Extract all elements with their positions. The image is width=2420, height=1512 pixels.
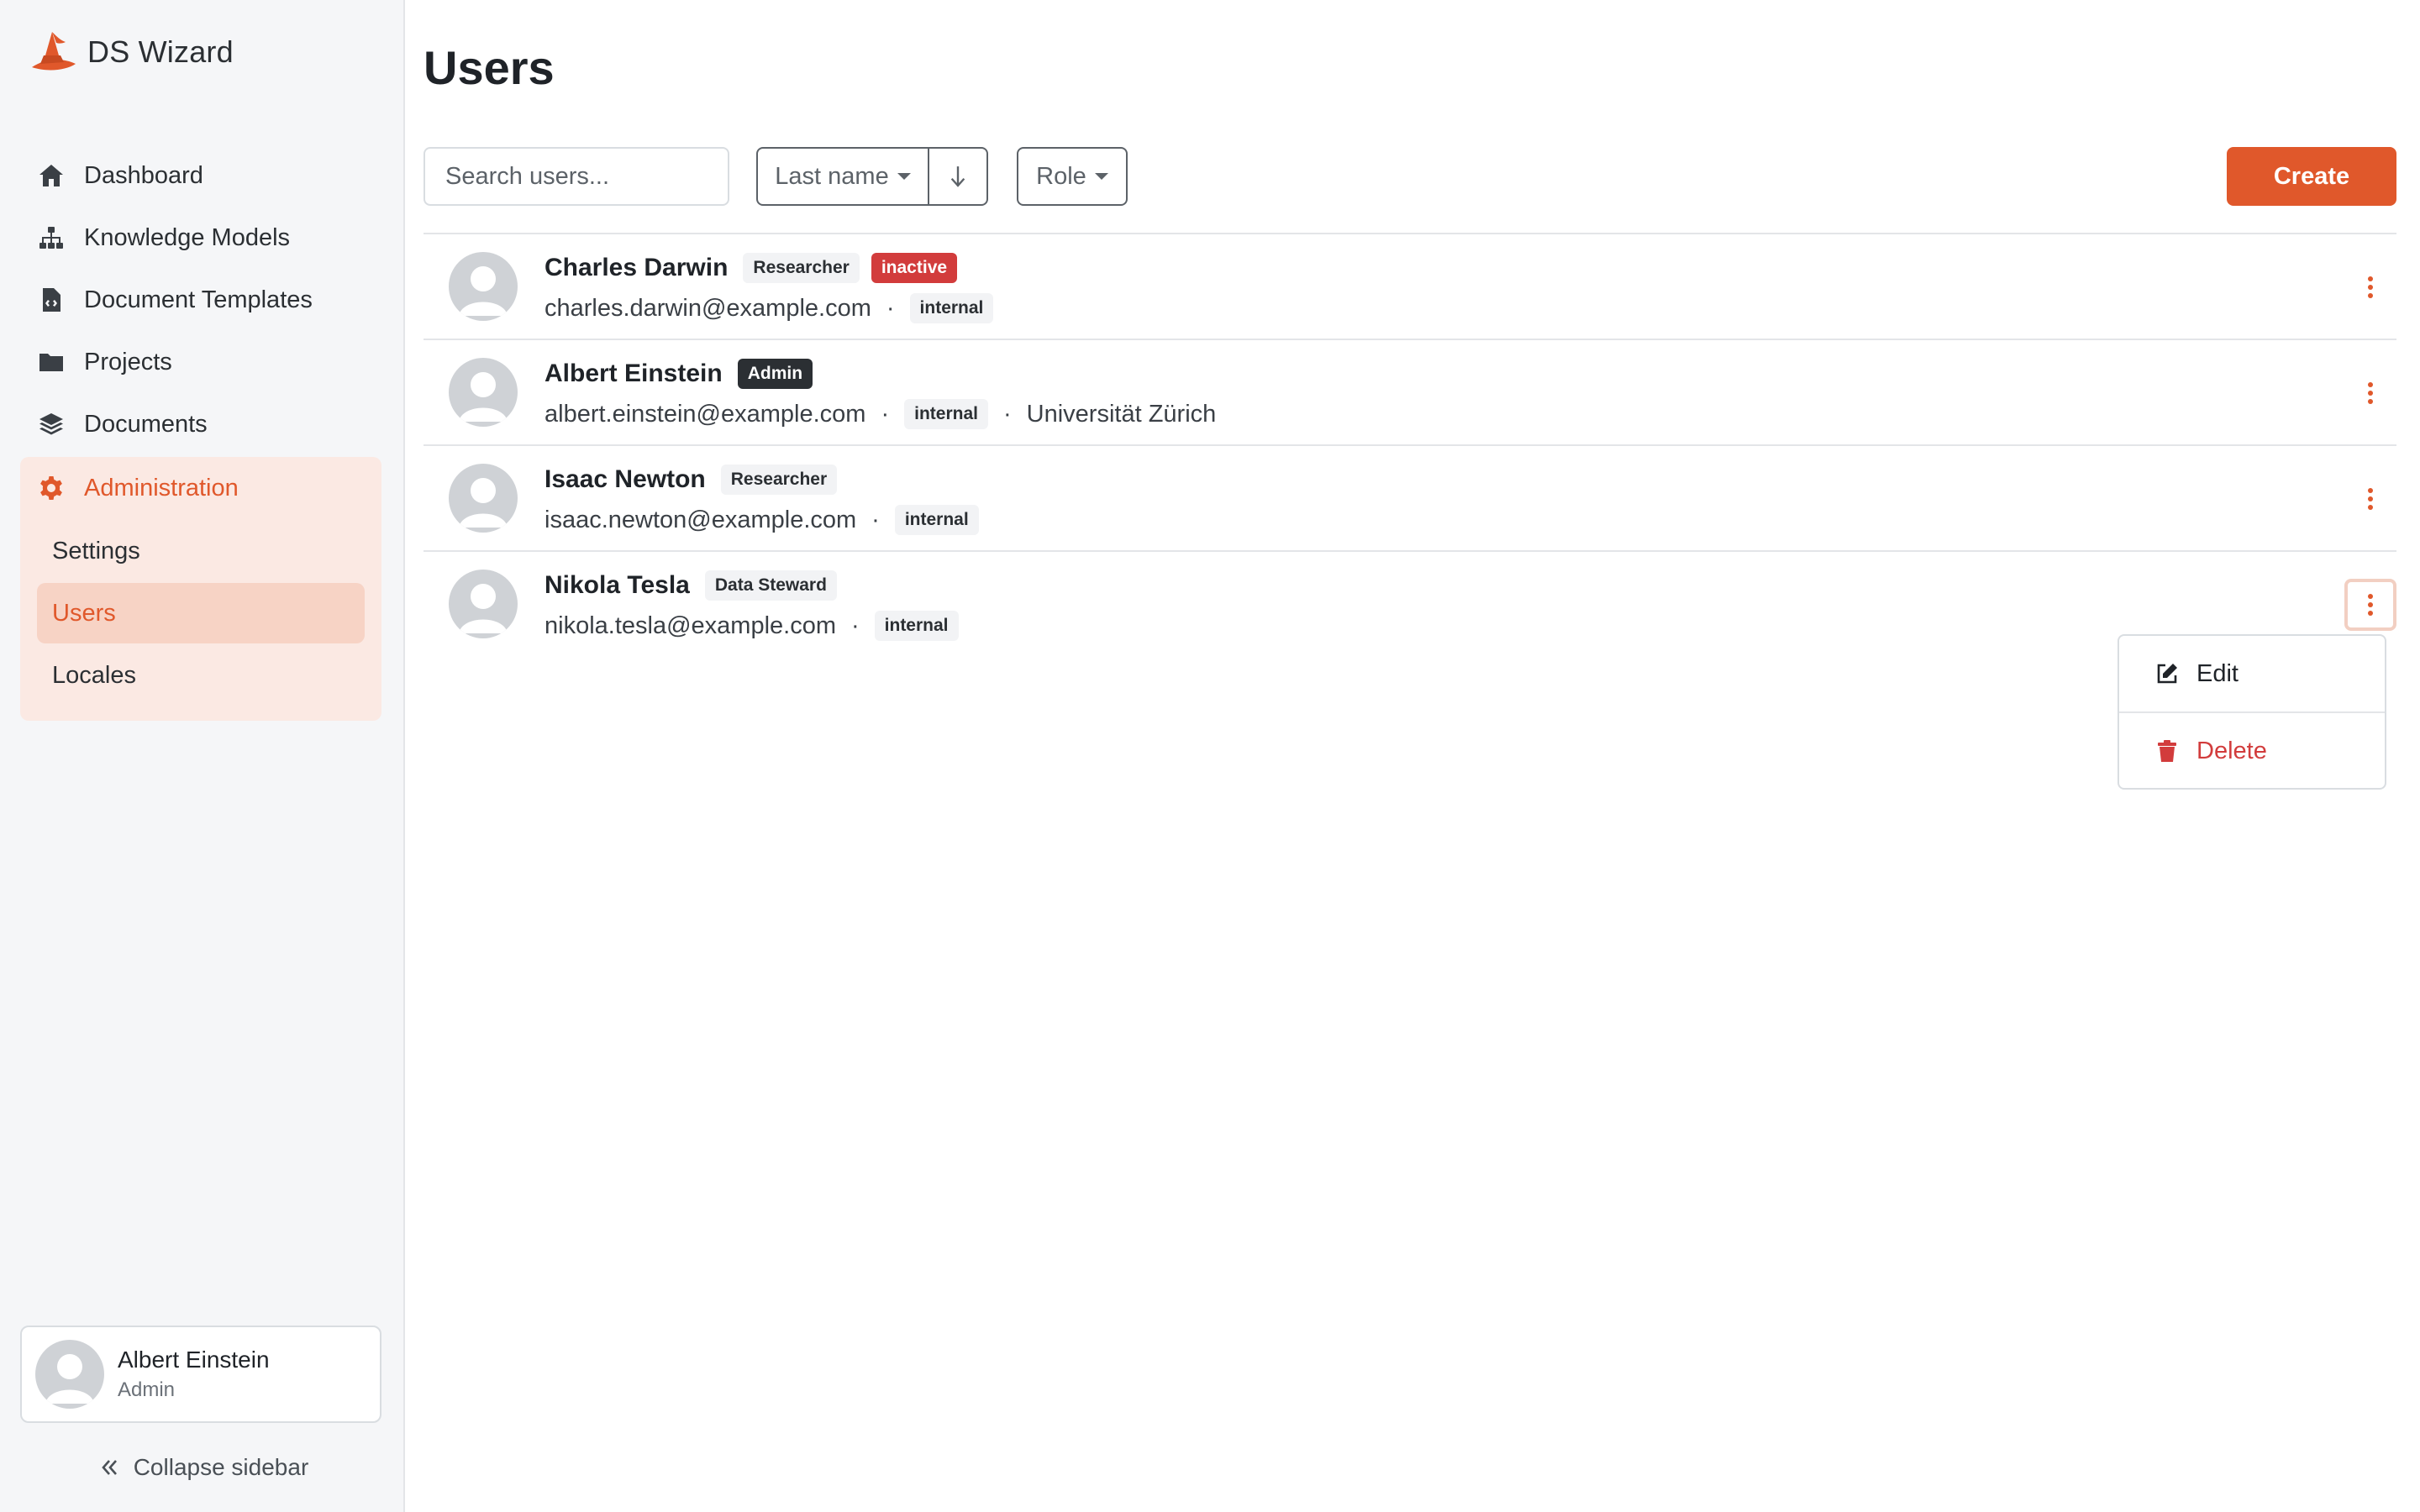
delete-menu-item[interactable]: Delete <box>2119 713 2385 789</box>
user-name[interactable]: Albert Einstein <box>544 360 723 388</box>
status-badge: inactive <box>871 253 958 283</box>
separator: · <box>1002 400 1012 428</box>
user-name[interactable]: Charles Darwin <box>544 254 728 282</box>
sidebar-item-document-templates[interactable]: Document Templates <box>20 269 381 331</box>
sidebar-item-label: Projects <box>84 348 172 375</box>
collapse-sidebar-button[interactable]: Collapse sidebar <box>0 1446 405 1488</box>
users-list: Charles Darwin Researcher inactive charl… <box>424 233 2396 658</box>
avatar <box>449 358 518 427</box>
sidebar-group-administration: Administration Settings Users Locales <box>20 457 381 721</box>
sidebar-item-label: Documents <box>84 410 208 438</box>
role-badge: Researcher <box>720 465 838 495</box>
profile-menu[interactable]: Albert Einstein Admin <box>20 1326 381 1423</box>
home-icon <box>37 161 66 190</box>
sidebar-subitem-users[interactable]: Users <box>37 583 365 643</box>
row-actions-button[interactable] <box>2344 579 2396 631</box>
list-toolbar: Last name Role Create <box>424 147 2396 206</box>
edit-icon <box>2157 664 2177 684</box>
brand[interactable]: DS Wizard <box>29 30 234 74</box>
more-vertical-icon <box>2368 276 2373 298</box>
role-badge: Data Steward <box>704 570 837 601</box>
role-badge: Researcher <box>743 253 860 283</box>
sidebar-item-dashboard[interactable]: Dashboard <box>20 144 381 207</box>
caret-down-icon <box>897 173 911 180</box>
arrow-down-icon <box>950 166 965 187</box>
list-item[interactable]: Nikola Tesla Data Steward nikola.tesla@e… <box>424 552 2396 658</box>
sort-direction-button[interactable] <box>928 147 988 206</box>
source-badge: internal <box>874 611 959 641</box>
source-badge: internal <box>909 293 994 323</box>
profile-name: Albert Einstein <box>118 1347 270 1373</box>
more-vertical-icon <box>2368 382 2373 404</box>
avatar <box>449 464 518 533</box>
separator: · <box>881 400 890 428</box>
create-button[interactable]: Create <box>2227 147 2396 206</box>
user-email: nikola.tesla@example.com <box>544 612 836 639</box>
sidebar-item-label: Knowledge Models <box>84 223 291 251</box>
row-actions-menu: Edit Delete <box>2118 634 2386 790</box>
user-email: albert.einstein@example.com <box>544 400 866 428</box>
search-input[interactable] <box>424 147 729 206</box>
list-item[interactable]: Isaac Newton Researcher isaac.newton@exa… <box>424 446 2396 552</box>
sidebar-item-label: Administration <box>84 474 239 501</box>
sort-field-label: Last name <box>775 162 889 190</box>
sidebar-subitem-label: Settings <box>52 537 140 564</box>
trash-icon <box>2158 740 2176 762</box>
user-affiliation: Universität Zürich <box>1026 400 1217 428</box>
role-badge: Admin <box>737 359 813 389</box>
app-name: DS Wizard <box>87 34 234 69</box>
chevrons-left-icon <box>101 1460 117 1475</box>
more-vertical-icon <box>2368 488 2373 510</box>
sidebar-item-label: Dashboard <box>84 161 203 189</box>
edit-label: Edit <box>2196 659 2238 687</box>
separator: · <box>850 612 860 639</box>
source-badge: internal <box>904 399 988 429</box>
user-name[interactable]: Isaac Newton <box>544 465 706 494</box>
folder-icon <box>37 348 66 376</box>
source-badge: internal <box>894 505 979 535</box>
avatar <box>449 570 518 638</box>
row-actions-button[interactable] <box>2344 473 2396 525</box>
sort-field-dropdown[interactable]: Last name <box>756 147 929 206</box>
user-email: isaac.newton@example.com <box>544 506 857 533</box>
separator: · <box>886 294 895 322</box>
gear-icon <box>37 474 66 502</box>
caret-down-icon <box>1094 173 1108 180</box>
separator: · <box>871 506 880 533</box>
user-name[interactable]: Nikola Tesla <box>544 571 690 600</box>
row-actions-button[interactable] <box>2344 261 2396 313</box>
page-title: Users <box>424 41 555 94</box>
delete-label: Delete <box>2196 737 2267 764</box>
sidebar-item-documents[interactable]: Documents <box>20 393 381 455</box>
avatar <box>449 252 518 321</box>
role-filter-label: Role <box>1036 162 1086 190</box>
sidebar-item-knowledge-models[interactable]: Knowledge Models <box>20 207 381 269</box>
wizard-hat-logo-icon <box>32 32 76 71</box>
role-filter-dropdown[interactable]: Role <box>1017 147 1128 206</box>
sidebar: DS Wizard Dashboard Knowledge Models Doc… <box>0 0 405 1512</box>
file-code-icon <box>37 286 66 314</box>
edit-menu-item[interactable]: Edit <box>2119 636 2385 711</box>
sidebar-item-projects[interactable]: Projects <box>20 331 381 393</box>
sidebar-item-label: Document Templates <box>84 286 313 313</box>
avatar <box>35 1340 104 1409</box>
user-email: charles.darwin@example.com <box>544 294 871 322</box>
sidebar-item-administration[interactable]: Administration <box>20 457 381 519</box>
layers-icon <box>37 410 66 438</box>
main-nav: Dashboard Knowledge Models Document Temp… <box>20 144 381 721</box>
sidebar-subitem-settings[interactable]: Settings <box>37 521 365 581</box>
sidebar-subitem-label: Users <box>52 599 116 627</box>
list-item[interactable]: Charles Darwin Researcher inactive charl… <box>424 234 2396 340</box>
row-actions-button[interactable] <box>2344 367 2396 419</box>
sitemap-icon <box>37 223 66 252</box>
sidebar-subitem-locales[interactable]: Locales <box>37 645 365 706</box>
profile-role: Admin <box>118 1378 176 1401</box>
list-item[interactable]: Albert Einstein Admin albert.einstein@ex… <box>424 340 2396 446</box>
collapse-sidebar-label: Collapse sidebar <box>133 1454 309 1480</box>
more-vertical-icon <box>2368 594 2373 616</box>
sidebar-subitem-label: Locales <box>52 661 136 689</box>
